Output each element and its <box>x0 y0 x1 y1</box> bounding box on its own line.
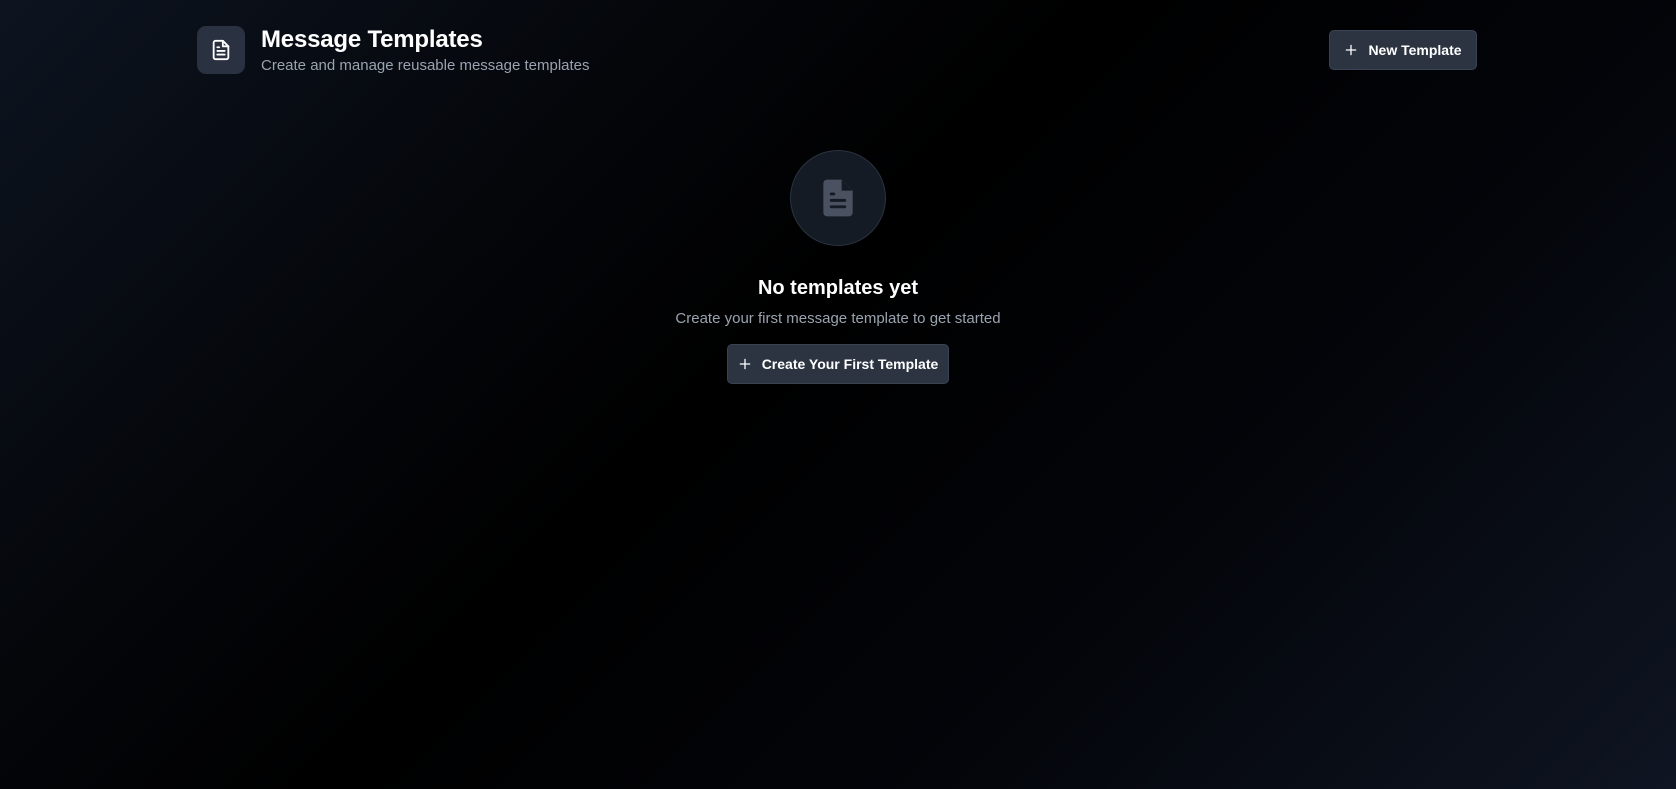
create-first-template-label: Create Your First Template <box>761 356 939 372</box>
page-title: Message Templates <box>261 26 483 53</box>
empty-state-subtitle: Create your first message template to ge… <box>675 310 1001 327</box>
header-text: Message Templates Create and manage reus… <box>261 26 590 76</box>
empty-state-title: No templates yet <box>757 277 919 299</box>
plus-icon <box>1344 43 1358 57</box>
empty-state: No templates yet Create your first messa… <box>0 150 1676 384</box>
file-text-icon <box>823 179 853 217</box>
file-text-icon <box>212 39 230 61</box>
new-template-label: New Template <box>1368 42 1462 58</box>
empty-state-icon-circle <box>790 150 886 246</box>
page-subtitle: Create and manage reusable message templ… <box>261 57 590 74</box>
page-header: Message Templates Create and manage reus… <box>197 26 1477 74</box>
plus-icon <box>738 357 752 371</box>
new-template-button[interactable]: New Template <box>1329 30 1477 70</box>
create-first-template-button[interactable]: Create Your First Template <box>727 344 949 384</box>
header-icon-tile <box>197 26 245 74</box>
